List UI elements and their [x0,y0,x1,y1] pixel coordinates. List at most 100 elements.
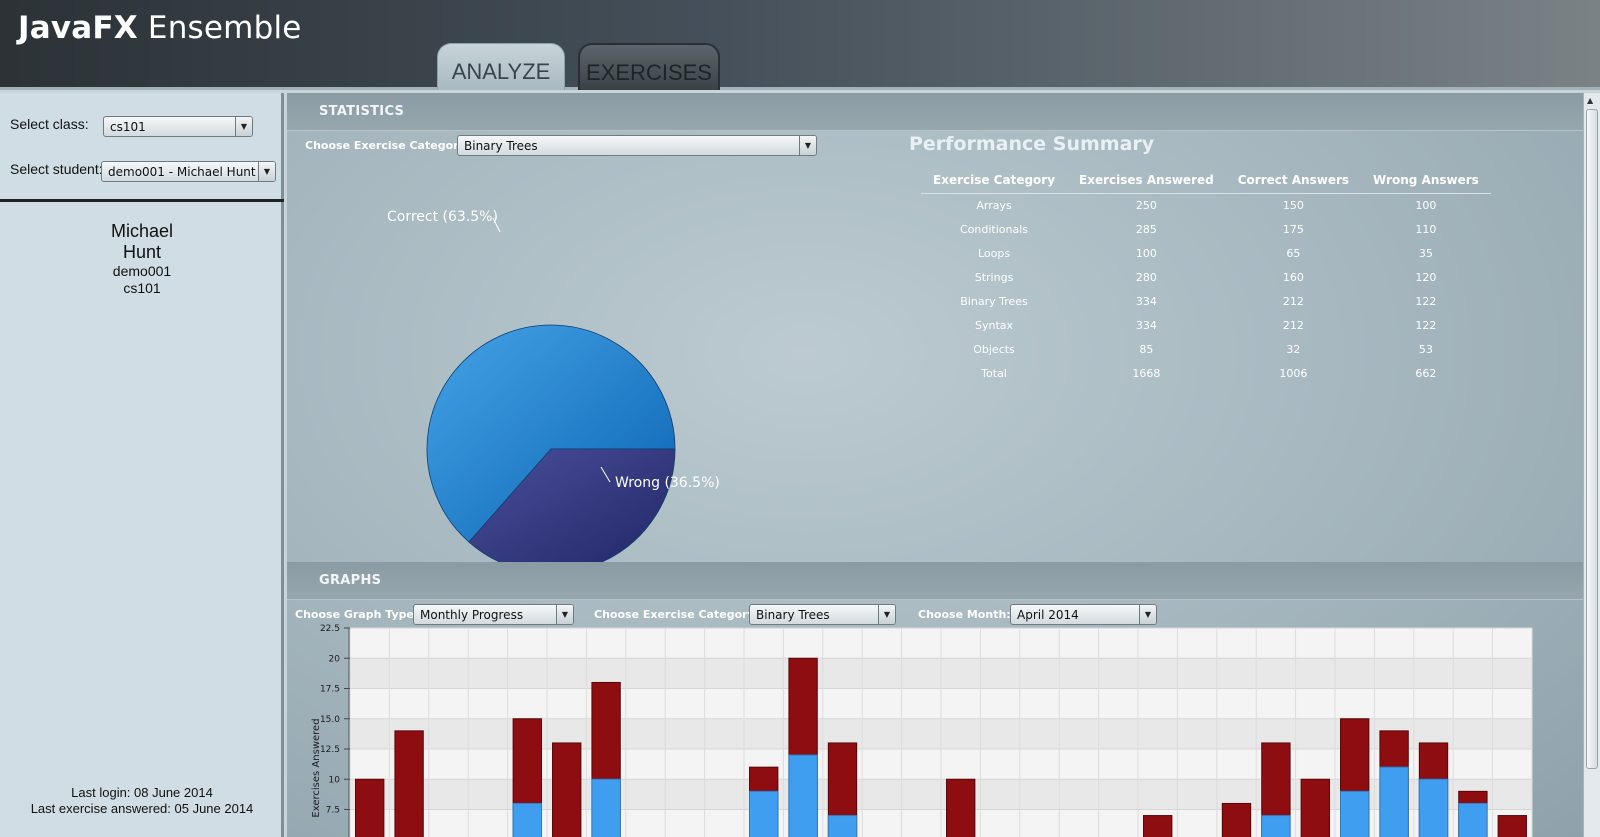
bar-wrong[interactable] [394,730,424,837]
table-cell: 662 [1415,366,1437,380]
y-axis-label: Exercises Answered [311,718,322,817]
student-first-name: Michael [110,221,174,241]
performance-pie-chart: Correct (63.5%) Wrong (36.5%) [387,209,720,574]
table-cell: 334 [1135,318,1157,332]
login-info: Last login: 08 June 2014 Last exercise a… [0,785,284,817]
graphs-header: GRAPHS [287,562,1583,600]
table-row: Loops 100 65 35 [921,241,1491,265]
column-header: Correct Answers [1225,171,1362,194]
y-tick-label: 10 [329,775,341,785]
table-cell: 53 [1418,342,1433,356]
table-cell: 160 [1282,270,1304,284]
chevron-down-icon: ▼ [799,136,816,155]
monthly-progress-bar-chart: 22.5 20 17.5 15.0 12.5 10 7.5 Exercises Answere… [311,624,1533,837]
scroll-up-icon[interactable]: ▲ [1587,96,1593,105]
bar-correct[interactable] [1379,766,1409,837]
table-row: Objects 85 32 53 [921,337,1491,361]
stats-category-label: Choose Exercise Category: [305,139,471,152]
bar-wrong[interactable] [946,778,976,837]
student-select[interactable]: demo001 - Michael Hunt ▼ [101,161,276,182]
table-cell: 1006 [1279,366,1308,380]
column-header: Exercises Answered [1067,171,1226,194]
last-login: Last login: 08 June 2014 [71,785,213,800]
scrollbar-thumb[interactable] [1586,109,1598,769]
tab-exercises[interactable]: EXERCISES [578,43,720,90]
pie-label-correct: Correct (63.5%) [387,209,498,225]
student-class: cs101 [123,280,161,296]
bar-correct[interactable] [591,778,621,837]
table-cell: Loops [977,246,1011,260]
bar-wrong[interactable] [355,778,385,837]
performance-table: Exercise Category Exercises Answered Corre… [921,171,1491,385]
bar-wrong[interactable] [1497,815,1527,837]
chevron-down-icon: ▼ [235,117,252,136]
table-cell: 122 [1415,294,1437,308]
table-cell: 212 [1282,318,1304,332]
bar-wrong[interactable] [1300,778,1330,837]
table-cell: 1668 [1132,366,1161,380]
y-tick-label: 7.5 [326,806,340,816]
bar-correct[interactable] [1458,802,1488,837]
table-cell: 175 [1282,222,1304,236]
table-cell: 280 [1135,270,1157,284]
table-row: Arrays 250 150 100 [921,193,1491,217]
stats-category-select[interactable]: Binary Trees ▼ [457,135,817,156]
table-row: Strings 280 160 120 [921,265,1491,289]
table-row: Conditionals 285 175 110 [921,217,1491,241]
table-cell: 65 [1286,246,1301,260]
y-tick-label: 17.5 [320,685,340,695]
select-class-label: Select class: [10,116,89,132]
table-cell: Conditionals [960,222,1029,236]
bar-correct[interactable] [512,802,542,837]
table-cell: Strings [974,270,1014,284]
y-tick-label: 20 [329,654,341,664]
main-content: STATISTICS Choose Exercise Category: Bin… [287,93,1583,837]
table-cell: Arrays [976,198,1012,212]
sidebar-divider [0,199,284,202]
y-tick-label: 12.5 [320,745,340,755]
bar-correct[interactable] [1340,790,1370,837]
table-cell: 212 [1282,294,1304,308]
student-id: demo001 [112,263,172,279]
bar-wrong[interactable] [552,742,582,837]
bar-correct[interactable] [788,754,818,837]
app-title: JavaFX Ensemble [18,10,302,46]
bar-wrong[interactable] [1143,815,1173,837]
statistics-header: STATISTICS [287,93,1583,131]
table-row: Binary Trees 334 212 122 [921,289,1491,313]
student-card: Michael Hunt demo001 cs101 [0,221,284,297]
vertical-scrollbar[interactable]: ▲ [1583,93,1600,837]
table-cell: Total [981,366,1007,380]
table-cell: 32 [1286,342,1301,356]
bar-correct[interactable] [749,790,779,837]
sidebar: Select class: cs101 ▼ Select student: de… [0,93,284,837]
table-cell: 110 [1415,222,1437,236]
column-header: Exercise Category [921,171,1068,194]
chevron-down-icon: ▼ [258,162,275,181]
app-header: JavaFX Ensemble ANALYZE EXERCISES [0,0,1600,90]
performance-summary-title: Performance Summary [909,133,1155,155]
class-select-value: cs101 [110,120,146,134]
bar-correct[interactable] [1418,778,1449,837]
bar-correct[interactable] [827,815,858,837]
app-window: JavaFX Ensemble ANALYZE EXERCISES Select… [0,0,1600,837]
last-exercise: Last exercise answered: 05 June 2014 [30,801,254,816]
tab-analyze[interactable]: ANALYZE [437,43,565,90]
table-cell: 150 [1282,198,1304,212]
table-cell: 85 [1139,342,1154,356]
bar-correct[interactable] [1261,815,1291,837]
table-cell: Objects [973,342,1015,356]
pie-label-wrong: Wrong (36.5%) [615,475,720,491]
table-cell: Binary Trees [960,294,1028,308]
table-row: Syntax 334 212 122 [921,313,1491,337]
table-cell: 100 [1135,246,1157,260]
select-student-label: Select student: [10,161,103,177]
student-last-name: Hunt [122,242,162,262]
column-header: Wrong Answers [1361,171,1491,194]
table-row: Total 1668 1006 662 [921,361,1491,385]
stats-category-value: Binary Trees [464,139,538,153]
class-select[interactable]: cs101 ▼ [103,116,253,137]
table-cell: 285 [1135,222,1157,236]
bar-wrong[interactable] [1221,802,1252,837]
table-cell: 334 [1135,294,1157,308]
